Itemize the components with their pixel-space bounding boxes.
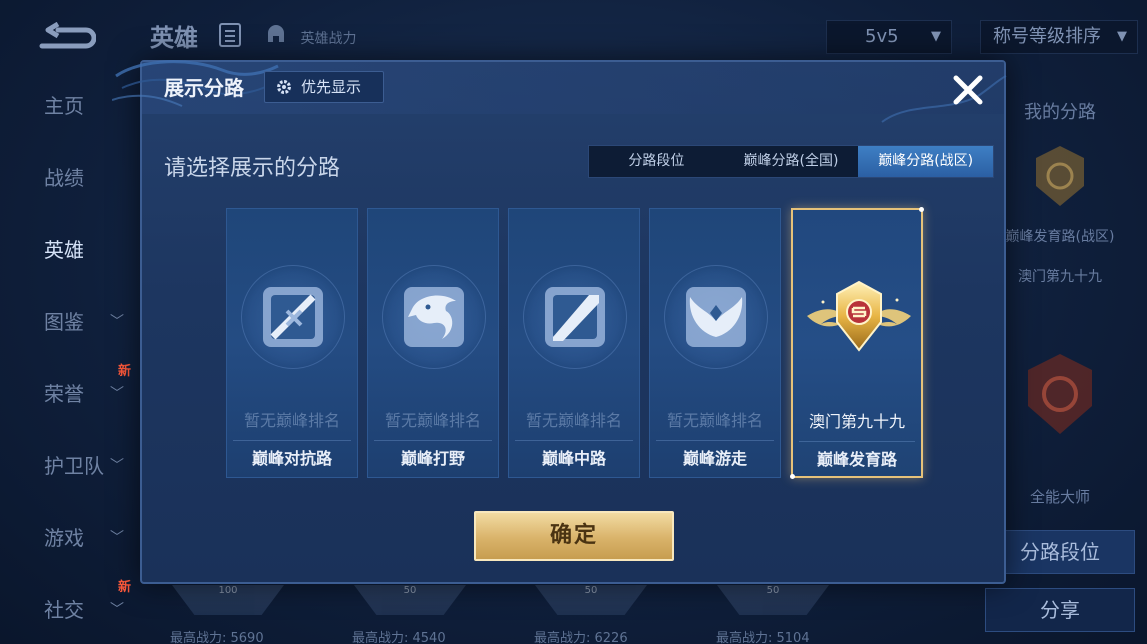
divider [374, 440, 492, 441]
divider [515, 440, 633, 441]
gear-icon [277, 80, 291, 94]
close-icon[interactable] [948, 70, 988, 110]
lane-tab-group: 分路段位 巅峰分路(全国) 巅峰分路(战区) [588, 145, 994, 178]
nav-label: 社交 [44, 598, 84, 622]
nav-label: 英雄 [44, 238, 84, 262]
rank-text: 暂无巅峰排名 [384, 411, 481, 430]
divider [656, 440, 774, 441]
gold-crest-icon [807, 280, 911, 352]
crest-value: 50 [403, 585, 417, 596]
dialog-title: 展示分路 [164, 76, 244, 100]
hero-power: 英雄战力 [264, 22, 356, 50]
slash-lane-icon [545, 287, 605, 347]
sort-select[interactable]: 称号等级排序 ▼ [980, 20, 1138, 54]
select-lane-prompt: 请选择展示的分路 [164, 156, 341, 181]
lane-card-mid[interactable]: 暂无巅峰排名 巅峰中路 [508, 208, 640, 478]
chevron-down-icon: ﹀ [110, 314, 124, 330]
nav-item-honor[interactable]: 荣誉 ﹀ 新 [0, 358, 140, 430]
wings-icon [686, 287, 746, 347]
list-icon[interactable] [219, 23, 241, 47]
nav-label: 荣誉 [44, 382, 84, 406]
nav-item-catalog[interactable]: 图鉴 ﹀ [0, 286, 140, 358]
side-nav: 主页 战绩 英雄 图鉴 ﹀ 荣誉 ﹀ 新 护卫队 ﹀ 游戏 ﹀ 社交 ﹀ 新 [0, 70, 140, 644]
crest-badge: 50 [354, 585, 466, 615]
crest-badge: 50 [535, 585, 647, 615]
show-lane-dialog: 展示分路 优先显示 请选择展示的分路 分路段位 巅峰分路(全国) 巅峰分路(战区… [112, 60, 1007, 584]
dragon-icon [404, 287, 464, 347]
tab-peak-region[interactable]: 巅峰分路(战区) [858, 146, 994, 177]
lane-card-support[interactable]: 暂无巅峰排名 巅峰游走 [649, 208, 781, 478]
max-power-stat: 最高战力: 4540 [352, 631, 446, 644]
divider [799, 441, 915, 442]
priority-display-button[interactable]: 优先显示 [264, 71, 384, 103]
crest-value: 50 [766, 585, 780, 596]
nav-item-hero[interactable]: 英雄 [0, 214, 140, 286]
nav-item-record[interactable]: 战绩 [0, 142, 140, 214]
crest-value: 100 [218, 585, 238, 596]
tab-lane-rank[interactable]: 分路段位 [589, 146, 724, 177]
rank-text: 暂无巅峰排名 [666, 411, 763, 430]
lane-name: 巅峰游走 [682, 449, 747, 468]
hero-power-label: 英雄战力 [300, 31, 357, 47]
confirm-button[interactable]: 确定 [474, 511, 674, 561]
lane-name: 巅峰打野 [400, 449, 465, 468]
lane-name: 巅峰对抗路 [251, 449, 332, 468]
lane-name: 巅峰中路 [541, 449, 606, 468]
chevron-down-icon: ﹀ [110, 458, 124, 474]
lane-rank-button[interactable]: 分路段位 [985, 530, 1135, 574]
corner-sparkle [790, 474, 795, 479]
nav-item-social[interactable]: 社交 ﹀ 新 [0, 574, 140, 644]
lane-rank: 澳门第九十九 [1018, 269, 1102, 285]
page-title: 英雄 [150, 24, 198, 52]
lane-crest-icon [1036, 146, 1084, 206]
crest-badge: 100 [172, 585, 284, 615]
nav-label: 游戏 [44, 526, 84, 550]
chevron-down-icon: ﹀ [110, 530, 124, 546]
nav-item-guard[interactable]: 护卫队 ﹀ [0, 430, 140, 502]
rank-text: 暂无巅峰排名 [243, 411, 340, 430]
crest-badge: 50 [717, 585, 829, 615]
master-label: 全能大师 [1029, 488, 1090, 506]
back-arrow-icon[interactable] [36, 22, 96, 50]
corner-sparkle [919, 207, 924, 212]
nav-label: 图鉴 [44, 310, 84, 334]
cloud-swirl-ornament [881, 75, 1007, 123]
max-power-stat: 最高战力: 5104 [716, 631, 810, 644]
priority-button-label: 优先显示 [301, 78, 362, 96]
mode-select[interactable]: 5v5 ▼ [826, 20, 952, 54]
sword-crossed-icon [263, 287, 323, 347]
nav-label: 护卫队 [44, 454, 104, 478]
tab-peak-national[interactable]: 巅峰分路(全国) [724, 146, 859, 177]
nav-item-game[interactable]: 游戏 ﹀ [0, 502, 140, 574]
nav-label: 主页 [44, 94, 84, 118]
new-badge: 新 [118, 364, 132, 379]
chevron-down-icon: ▼ [1117, 29, 1127, 44]
lane-card-top[interactable]: 暂无巅峰排名 巅峰对抗路 [226, 208, 358, 478]
rank-text: 暂无巅峰排名 [525, 411, 622, 430]
master-crest-icon [1028, 354, 1092, 434]
crest-value: 50 [584, 585, 598, 596]
sort-select-value: 称号等级排序 [993, 26, 1101, 47]
helmet-icon [268, 25, 284, 42]
nav-label: 战绩 [44, 166, 84, 190]
divider [233, 440, 351, 441]
lane-card-adc[interactable]: 澳门第九十九 巅峰发育路 [790, 207, 924, 479]
max-power-stat: 最高战力: 5690 [170, 631, 264, 644]
rank-text: 澳门第九十九 [808, 412, 905, 431]
lane-card-jungle[interactable]: 暂无巅峰排名 巅峰打野 [367, 208, 499, 478]
chevron-down-icon: ▼ [931, 29, 941, 44]
max-power-stat: 最高战力: 6226 [534, 631, 628, 644]
lane-name: 巅峰发育路 [816, 450, 897, 469]
lane-title: 巅峰发育路(战区) [1005, 229, 1115, 245]
share-button[interactable]: 分享 [985, 588, 1135, 632]
mode-select-value: 5v5 [865, 26, 899, 47]
new-badge: 新 [118, 580, 132, 595]
